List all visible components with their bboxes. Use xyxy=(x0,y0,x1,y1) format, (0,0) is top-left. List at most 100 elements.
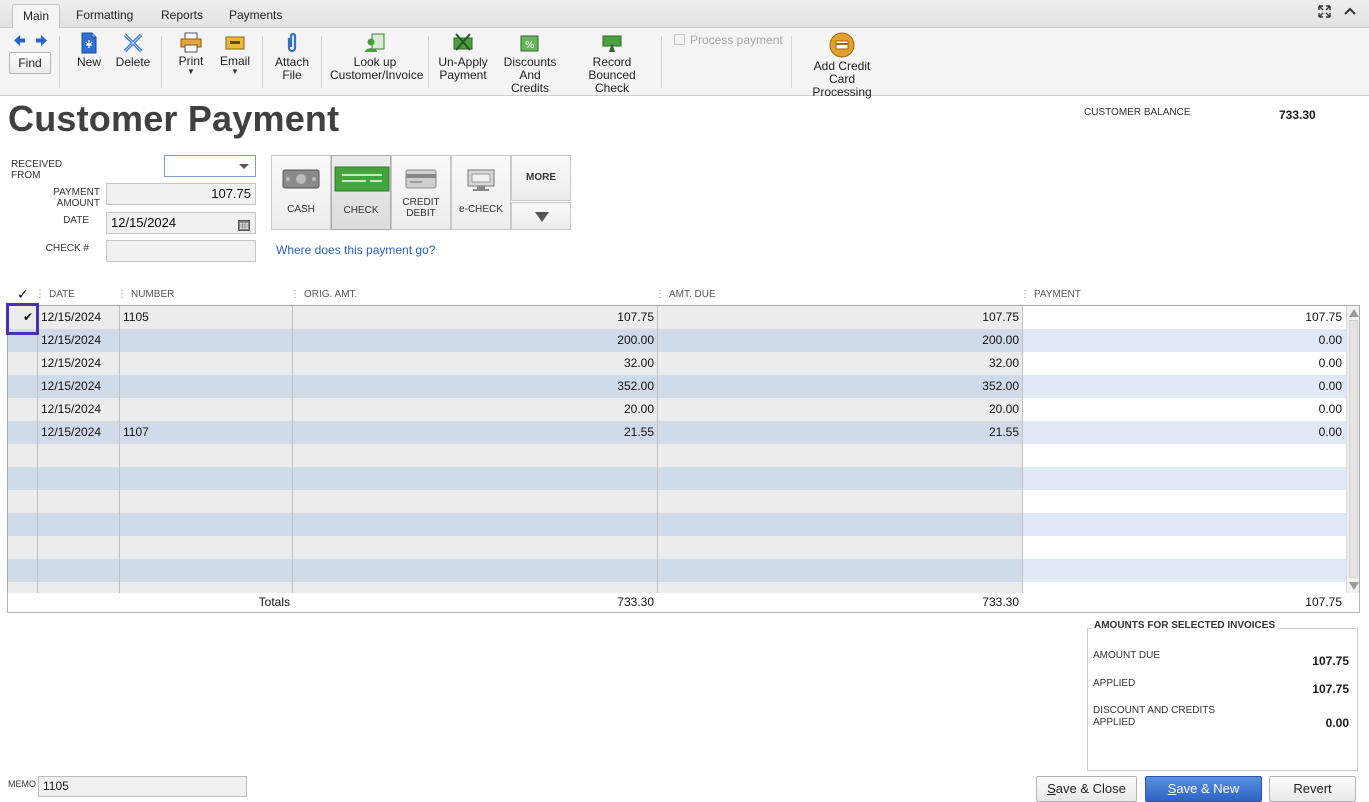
row-orig-amt[interactable]: 107.75 xyxy=(294,306,654,329)
vertical-scrollbar[interactable] xyxy=(1346,306,1359,593)
column-header-amt-due[interactable]: ⋮ AMT. DUE xyxy=(655,289,716,300)
row-orig-amt[interactable]: 21.55 xyxy=(294,421,654,444)
row-payment[interactable]: 0.00 xyxy=(1024,398,1342,421)
print-button[interactable]: Print ▼ xyxy=(176,32,206,76)
add-credit-card-processing-button[interactable]: Add Credit Card Processing xyxy=(800,32,884,99)
email-button[interactable]: Email ▼ xyxy=(218,32,252,76)
memo-field[interactable]: 1105 xyxy=(38,776,247,797)
process-payment-checkbox-box[interactable] xyxy=(674,34,685,45)
tab-reports[interactable]: Reports xyxy=(151,4,213,28)
save-close-button[interactable]: Save & Close xyxy=(1036,776,1137,802)
column-header-orig-amt[interactable]: ⋮ ORIG. AMT. xyxy=(290,289,357,300)
empty-table-row[interactable] xyxy=(8,467,1346,490)
row-checkmark[interactable] xyxy=(18,352,38,375)
check-number-field[interactable] xyxy=(106,240,256,262)
empty-table-row[interactable] xyxy=(8,559,1346,582)
row-checkmark[interactable] xyxy=(18,398,38,421)
row-orig-amt[interactable]: 352.00 xyxy=(294,375,654,398)
new-button[interactable]: New xyxy=(72,32,106,69)
table-row[interactable]: ✔ 12/15/2024 1105 107.75 107.75 107.75 xyxy=(8,306,1346,329)
discounts-credits-button[interactable]: % Discounts And Credits xyxy=(492,32,568,95)
row-orig-amt[interactable]: 200.00 xyxy=(294,329,654,352)
row-orig-amt[interactable]: 32.00 xyxy=(294,352,654,375)
column-header-number[interactable]: ⋮ NUMBER xyxy=(117,289,174,300)
page-title: Customer Payment xyxy=(8,98,340,139)
row-date[interactable]: 12/15/2024 xyxy=(41,329,101,352)
payment-method-credit-debit[interactable]: CREDIT DEBIT xyxy=(391,155,451,230)
tab-payments[interactable]: Payments xyxy=(219,4,292,28)
row-payment[interactable]: 107.75 xyxy=(1024,306,1342,329)
row-date[interactable]: 12/15/2024 xyxy=(41,306,101,329)
scroll-up-arrow-icon[interactable] xyxy=(1349,309,1359,317)
column-header-payment[interactable]: ⋮ PAYMENT xyxy=(1020,289,1081,300)
scroll-down-arrow-icon[interactable] xyxy=(1349,582,1359,590)
print-dropdown-caret-icon[interactable]: ▼ xyxy=(176,68,206,76)
revert-button[interactable]: Revert xyxy=(1269,776,1356,802)
payment-method-echeck[interactable]: e-CHECK xyxy=(451,155,511,230)
row-payment[interactable]: 0.00 xyxy=(1024,375,1342,398)
row-amt-due[interactable]: 352.00 xyxy=(659,375,1019,398)
table-row[interactable]: 12/15/2024 1107 21.55 21.55 0.00 xyxy=(8,421,1346,444)
row-date[interactable]: 12/15/2024 xyxy=(41,398,101,421)
payment-amount-field[interactable]: 107.75 xyxy=(106,183,256,205)
tab-formatting[interactable]: Formatting xyxy=(66,4,143,28)
delete-button[interactable]: Delete xyxy=(115,32,151,69)
empty-table-row[interactable] xyxy=(8,513,1346,536)
payment-method-more-button[interactable]: MORE xyxy=(511,155,571,201)
save-new-button[interactable]: Save & New xyxy=(1145,776,1262,802)
next-arrow-icon[interactable] xyxy=(35,34,48,50)
table-row[interactable]: 12/15/2024 200.00 200.00 0.00 xyxy=(8,329,1346,352)
received-from-dropdown[interactable] xyxy=(164,155,256,177)
attach-file-button[interactable]: Attach File xyxy=(272,32,312,82)
scrollbar-thumb[interactable] xyxy=(1349,320,1358,578)
row-date[interactable]: 12/15/2024 xyxy=(41,352,101,375)
select-all-check-header[interactable]: ✓ xyxy=(17,286,29,303)
unapply-payment-button[interactable]: Un-Apply Payment xyxy=(437,32,489,82)
row-payment[interactable]: 0.00 xyxy=(1024,329,1342,352)
row-payment[interactable]: 0.00 xyxy=(1024,352,1342,375)
column-divider xyxy=(37,306,38,593)
row-amt-due[interactable]: 21.55 xyxy=(659,421,1019,444)
empty-table-row[interactable] xyxy=(8,490,1346,513)
dropdown-arrow-icon[interactable] xyxy=(239,164,249,169)
expand-arrows-icon[interactable] xyxy=(1318,5,1331,21)
chevron-up-icon[interactable] xyxy=(1344,5,1356,20)
row-amt-due[interactable]: 200.00 xyxy=(659,329,1019,352)
empty-table-row[interactable] xyxy=(8,536,1346,559)
date-field[interactable]: 12/15/2024 xyxy=(106,212,256,234)
where-does-payment-go-link[interactable]: Where does this payment go? xyxy=(276,243,435,257)
row-amt-due[interactable]: 20.00 xyxy=(659,398,1019,421)
toolbar-divider xyxy=(321,36,322,88)
totals-row: Totals 733.30 733.30 107.75 xyxy=(7,593,1360,613)
table-row[interactable]: 12/15/2024 352.00 352.00 0.00 xyxy=(8,375,1346,398)
row-number[interactable]: 1105 xyxy=(123,306,149,329)
invoice-table: ✔ 12/15/2024 1105 107.75 107.75 107.75 1… xyxy=(7,305,1360,594)
row-number[interactable]: 1107 xyxy=(123,421,149,444)
addcc-label-line1: Add Credit Card xyxy=(813,59,871,86)
row-orig-amt[interactable]: 20.00 xyxy=(294,398,654,421)
tab-main[interactable]: Main xyxy=(12,4,61,29)
payment-method-check[interactable]: CHECK xyxy=(331,155,391,230)
payment-method-echeck-label: e-CHECK xyxy=(459,204,503,215)
lookup-customer-invoice-button[interactable]: Look up Customer/Invoice xyxy=(330,32,423,82)
empty-table-row[interactable] xyxy=(8,444,1346,467)
row-date[interactable]: 12/15/2024 xyxy=(41,375,101,398)
previous-arrow-icon[interactable] xyxy=(13,34,26,50)
column-header-date[interactable]: ⋮ DATE xyxy=(35,289,75,300)
table-row[interactable]: 12/15/2024 20.00 20.00 0.00 xyxy=(8,398,1346,421)
row-checkmark[interactable] xyxy=(18,375,38,398)
record-bounced-check-button[interactable]: Record Bounced Check xyxy=(572,32,652,95)
table-row[interactable]: 12/15/2024 32.00 32.00 0.00 xyxy=(8,352,1346,375)
payment-method-cash[interactable]: CASH xyxy=(271,155,331,230)
process-payment-checkbox[interactable]: Process payment xyxy=(674,33,783,47)
row-amt-due[interactable]: 32.00 xyxy=(659,352,1019,375)
row-amt-due[interactable]: 107.75 xyxy=(659,306,1019,329)
email-dropdown-caret-icon[interactable]: ▼ xyxy=(218,68,252,76)
find-button[interactable]: Find xyxy=(9,52,51,74)
row-checkmark[interactable] xyxy=(18,421,38,444)
row-date[interactable]: 12/15/2024 xyxy=(41,421,101,444)
calendar-icon[interactable] xyxy=(238,217,250,237)
row-payment[interactable]: 0.00 xyxy=(1024,421,1342,444)
attach-label-line1: Attach xyxy=(274,55,310,69)
payment-method-more-arrow-icon[interactable] xyxy=(511,202,571,230)
